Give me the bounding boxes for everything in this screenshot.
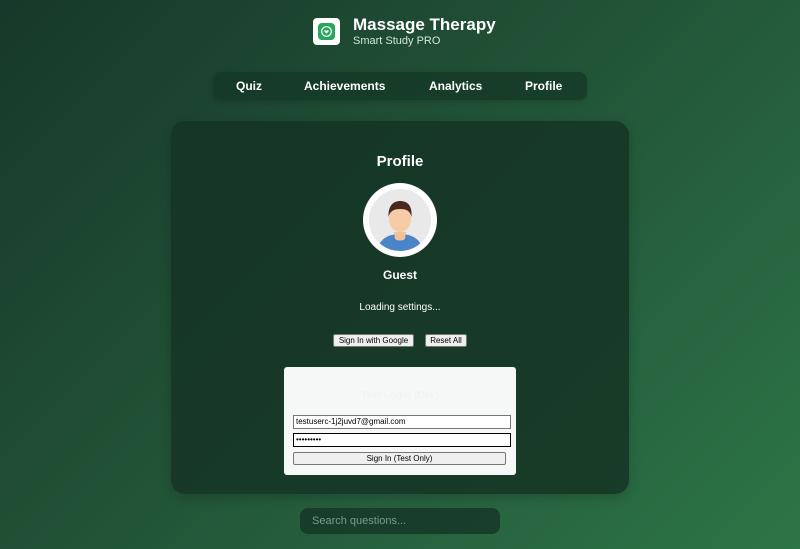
nav-item-profile[interactable]: Profile (525, 79, 562, 93)
app-subtitle: Smart Study PRO (353, 35, 441, 47)
nav-item-quiz[interactable]: Quiz (236, 79, 262, 93)
hands-heart-icon (318, 23, 335, 40)
settings-status: Loading settings... (359, 302, 441, 313)
main-nav: Quiz Achievements Analytics Profile (213, 72, 587, 100)
app-header: Massage Therapy Smart Study PRO (0, 0, 800, 60)
nav-item-analytics[interactable]: Analytics (429, 79, 482, 93)
user-name: Guest (382, 268, 417, 282)
email-field[interactable]: testuserc-1j2juvd7@gmail.com (293, 415, 511, 429)
nav-item-achievements[interactable]: Achievements (304, 79, 385, 93)
test-login-panel: Test Login (Dev) testuserc-1j2juvd7@gmai… (284, 367, 516, 475)
profile-title: Profile (376, 153, 424, 170)
reset-all-button[interactable]: Reset All (425, 334, 467, 347)
app-logo (313, 18, 340, 45)
user-avatar-icon (363, 183, 437, 257)
test-sign-in-button[interactable]: Sign In (Test Only) (293, 452, 506, 465)
profile-card: Profile Guest Loading settings... Sign I… (171, 121, 629, 494)
google-sign-in-button[interactable]: Sign In with Google (333, 334, 414, 347)
test-login-title: Test Login (Dev) (361, 390, 439, 401)
password-field[interactable]: ••••••••• (293, 433, 511, 447)
app-title: Massage Therapy (353, 15, 496, 34)
search-input[interactable]: Search questions... (300, 508, 500, 534)
